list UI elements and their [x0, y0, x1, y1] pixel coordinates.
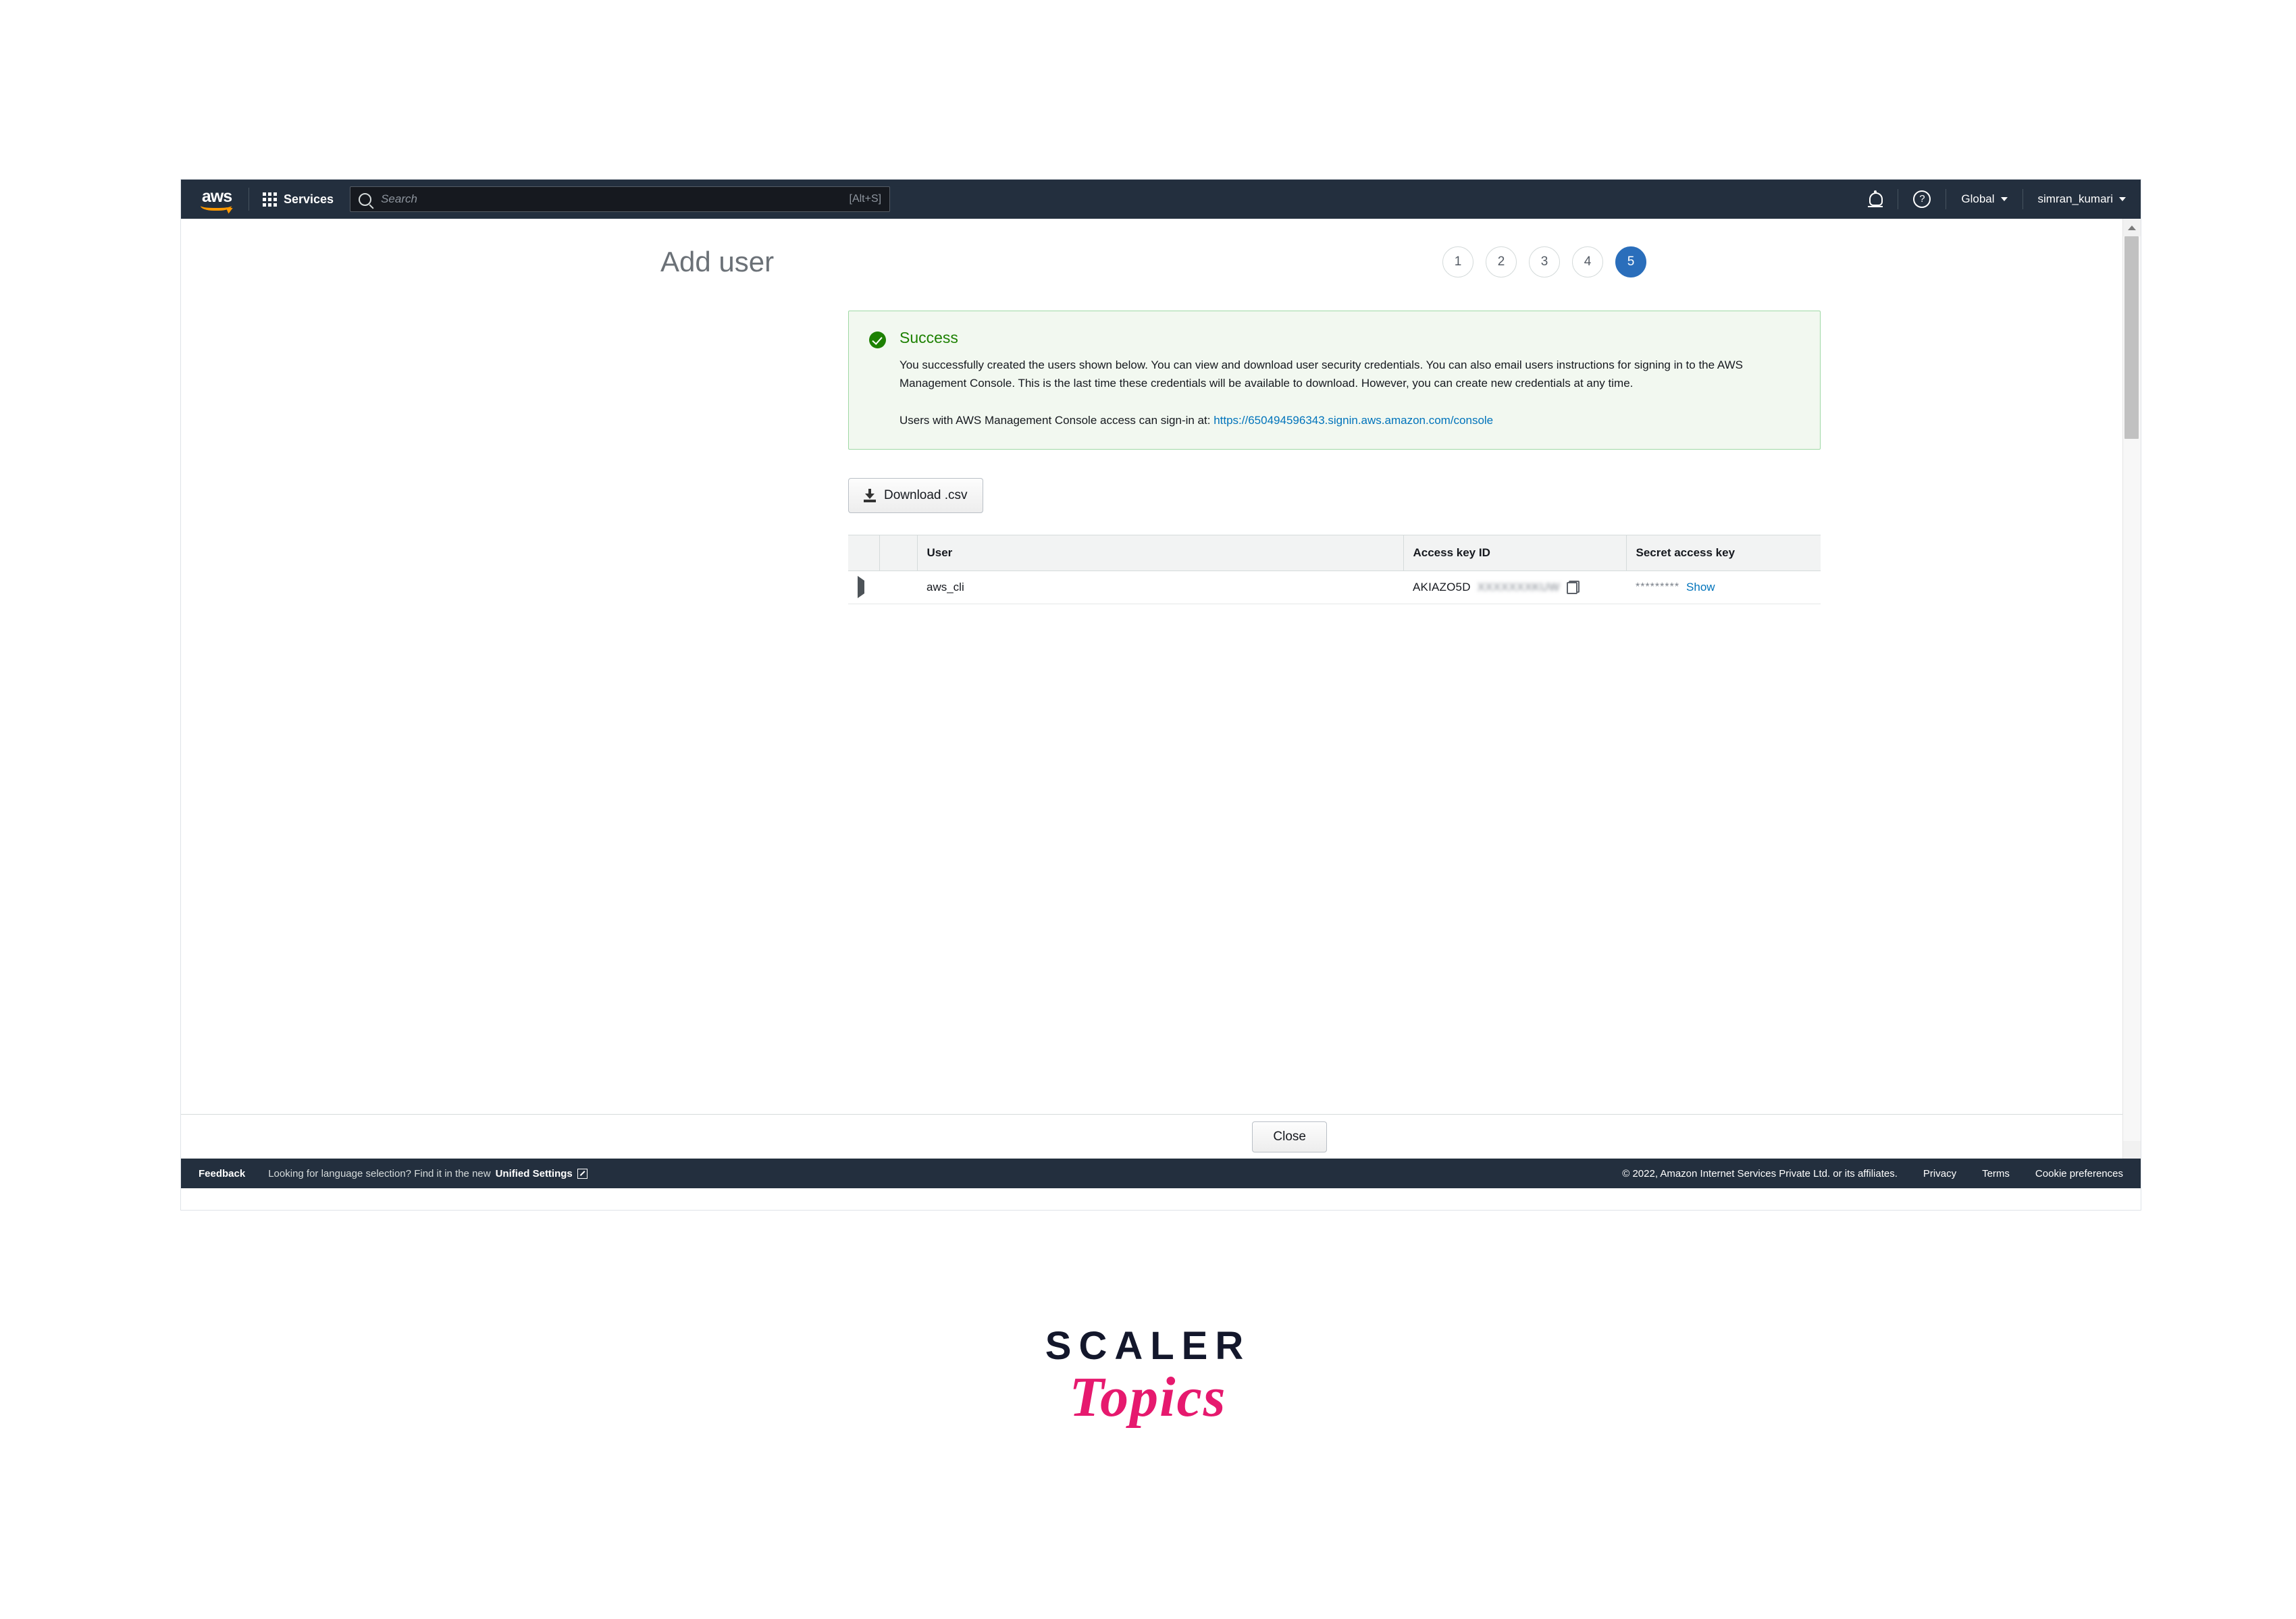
console-content-area: Add user 1 2 3 4 5 Success You successfu…: [181, 219, 2141, 1159]
success-alert-text: You successfully created the users shown…: [899, 359, 1743, 390]
search-shortcut-hint: [Alt+S]: [849, 193, 882, 205]
top-navigation-bar: aws Services [Alt+S] ? Global: [181, 180, 2141, 219]
credentials-table: User Access key ID Secret access key aws…: [848, 534, 1821, 604]
scroll-up-button[interactable]: [2123, 219, 2141, 236]
privacy-link[interactable]: Privacy: [1923, 1168, 1956, 1179]
step-5[interactable]: 5: [1615, 246, 1646, 277]
close-button[interactable]: Close: [1252, 1121, 1327, 1152]
nav-right-cluster: ? Global simran_kumari: [1854, 180, 2141, 219]
account-menu[interactable]: simran_kumari: [2023, 180, 2141, 219]
unified-settings-link[interactable]: Unified Settings: [496, 1168, 573, 1179]
success-check-icon: [869, 331, 886, 348]
col-secret-access-key: Secret access key: [1626, 534, 1821, 571]
step-1[interactable]: 1: [1442, 246, 1473, 277]
row-user-cell: aws_cli: [917, 570, 1403, 604]
expand-triangle-icon[interactable]: [858, 575, 864, 598]
dialog-action-bar: Close: [181, 1114, 2141, 1159]
aws-console-window: aws Services [Alt+S] ? Global: [181, 180, 2141, 1210]
search-bar[interactable]: [Alt+S]: [350, 186, 891, 212]
services-menu-button[interactable]: Services: [256, 188, 340, 211]
show-secret-key-link[interactable]: Show: [1686, 581, 1715, 594]
row-access-key-cell: AKIAZO5D XXXXXXXKUW: [1403, 570, 1626, 604]
account-label: simran_kumari: [2037, 192, 2113, 205]
page-inner: Add user 1 2 3 4 5 Success You successfu…: [181, 219, 2123, 604]
signin-prefix: Users with AWS Management Console access…: [899, 413, 1211, 427]
row-status-cell: [879, 570, 917, 604]
console-footer: Feedback Looking for language selection?…: [181, 1159, 2141, 1188]
row-expand-cell[interactable]: [848, 570, 879, 604]
scaler-topics-watermark: SCALER Topics: [0, 1323, 2296, 1430]
grid-icon: [263, 192, 277, 207]
access-key-masked-part: XXXXXXXKUW: [1477, 580, 1560, 593]
copyright-text: © 2022, Amazon Internet Services Private…: [1622, 1167, 1898, 1179]
signin-line: Users with AWS Management Console access…: [899, 412, 1781, 430]
page-header: Add user 1 2 3 4 5: [660, 246, 1650, 278]
step-2[interactable]: 2: [1486, 246, 1517, 277]
scroll-down-button[interactable]: [2123, 1141, 2141, 1159]
table-row: aws_cli AKIAZO5D XXXXXXXKUW ********* Sh…: [848, 570, 1821, 604]
success-alert: Success You successfully created the use…: [848, 311, 1821, 450]
language-notice: Looking for language selection? Find it …: [268, 1168, 588, 1179]
chevron-down-icon: [2119, 197, 2126, 201]
page-title: Add user: [660, 246, 775, 277]
secret-key-value: ********* Show: [1636, 581, 1811, 594]
watermark-scaler-text: SCALER: [1045, 1324, 1251, 1368]
search-icon: [359, 192, 372, 206]
region-selector[interactable]: Global: [1946, 180, 2022, 219]
copy-icon[interactable]: [1566, 580, 1580, 594]
table-header-row: User Access key ID Secret access key: [848, 534, 1821, 571]
download-icon: [864, 488, 876, 502]
region-label: Global: [1961, 192, 1995, 205]
credentials-table-head: User Access key ID Secret access key: [848, 534, 1821, 571]
language-notice-text: Looking for language selection? Find it …: [268, 1167, 491, 1179]
search-input[interactable]: [380, 192, 850, 207]
chevron-down-icon: [2000, 197, 2008, 201]
footer-left: Feedback Looking for language selection?…: [199, 1168, 588, 1179]
download-csv-label: Download .csv: [884, 487, 968, 502]
help-button[interactable]: ?: [1898, 180, 1946, 219]
col-status: [879, 534, 918, 571]
cookie-preferences-link[interactable]: Cookie preferences: [2035, 1168, 2123, 1179]
secret-key-mask: *********: [1636, 581, 1680, 593]
col-user: User: [917, 534, 1404, 571]
bell-icon: [1868, 190, 1883, 207]
access-key-value: AKIAZO5D XXXXXXXKUW: [1413, 580, 1617, 594]
watermark-topics-text: Topics: [1069, 1366, 1227, 1429]
aws-logo[interactable]: aws: [196, 186, 238, 213]
aws-smile-icon: [201, 199, 232, 211]
row-secret-key-cell: ********* Show: [1626, 570, 1821, 604]
step-indicator: 1 2 3 4 5: [1442, 246, 1650, 277]
credentials-table-body: aws_cli AKIAZO5D XXXXXXXKUW ********* Sh…: [848, 570, 1821, 604]
access-key-visible-part: AKIAZO5D: [1413, 580, 1471, 593]
terms-link[interactable]: Terms: [1982, 1168, 2010, 1179]
notifications-button[interactable]: [1854, 180, 1898, 219]
success-alert-title: Success: [899, 329, 958, 346]
download-toolbar: Download .csv: [848, 477, 2123, 513]
step-4[interactable]: 4: [1572, 246, 1603, 277]
external-link-icon: [577, 1168, 588, 1179]
feedback-link[interactable]: Feedback: [199, 1168, 245, 1179]
step-3[interactable]: 3: [1529, 246, 1560, 277]
download-csv-button[interactable]: Download .csv: [848, 477, 983, 513]
signin-url-link[interactable]: https://650494596343.signin.aws.amazon.c…: [1214, 414, 1493, 427]
services-label: Services: [284, 192, 334, 206]
vertical-scrollbar[interactable]: [2122, 219, 2141, 1159]
chevron-up-icon: [2128, 225, 2136, 230]
footer-right: © 2022, Amazon Internet Services Private…: [1622, 1168, 2123, 1179]
scrollbar-thumb[interactable]: [2124, 236, 2139, 439]
col-access-key-id: Access key ID: [1403, 534, 1627, 571]
success-alert-body: Success You successfully created the use…: [899, 329, 1781, 430]
col-expand: [848, 534, 880, 571]
question-mark-icon: ?: [1913, 190, 1931, 208]
